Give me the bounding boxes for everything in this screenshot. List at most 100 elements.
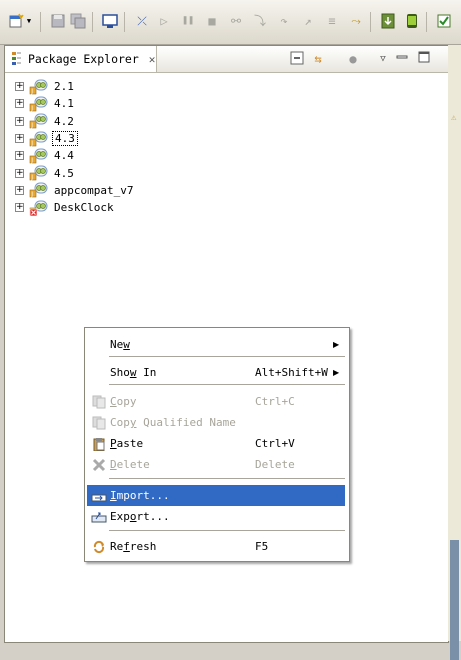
menu-item-import[interactable]: Import... <box>87 485 345 506</box>
menu-item-label: Paste <box>110 437 144 450</box>
tree-item[interactable]: + J appcompat_v7 <box>15 182 135 199</box>
menu-item-export[interactable]: Export... <box>87 506 345 527</box>
toolbar-separator <box>92 12 93 32</box>
android-project-error-icon: J <box>29 200 49 217</box>
menu-item-shortcut: Ctrl+C <box>255 395 295 408</box>
console-icon[interactable] <box>102 13 118 29</box>
step-over-icon[interactable]: ↷ <box>276 13 292 29</box>
expand-icon[interactable]: + <box>15 82 24 92</box>
minimize-icon[interactable] <box>394 51 410 67</box>
expand-icon[interactable]: + <box>15 116 24 126</box>
tree-item[interactable]: + J 4.1 <box>15 95 135 112</box>
menu-item-label: Delete <box>110 458 150 471</box>
svg-text:J: J <box>30 122 33 129</box>
tree-item[interactable]: + J DeskClock <box>15 199 135 217</box>
menu-item-shortcut: Alt+Shift+W <box>255 366 328 379</box>
android-project-icon: J <box>29 113 49 129</box>
android-project-icon: J <box>29 131 49 147</box>
expand-icon[interactable]: + <box>15 134 24 144</box>
warning-marker-icon: ⚠ <box>451 113 457 123</box>
tree-item-label: 4.2 <box>54 114 74 128</box>
menu-item-new[interactable]: New ▶ <box>87 334 345 355</box>
tree-item-label: 4.3 <box>52 131 78 147</box>
submenu-arrow-icon: ▶ <box>333 368 340 377</box>
menu-item-paste[interactable]: Paste Ctrl+V <box>87 433 345 454</box>
menu-item-copy[interactable]: Copy Ctrl+C <box>87 391 345 412</box>
maximize-icon[interactable] <box>416 51 432 67</box>
expand-icon[interactable]: + <box>15 151 24 161</box>
save-all-icon[interactable] <box>70 13 86 29</box>
menu-item-label: Show In <box>110 366 157 379</box>
svg-text:J: J <box>30 157 33 164</box>
menu-separator <box>109 478 345 479</box>
delete-icon <box>91 457 107 473</box>
android-project-icon: J <box>29 79 49 95</box>
menu-item-refresh[interactable]: Refresh F5 <box>87 536 345 557</box>
focus-task-icon[interactable]: ● <box>345 51 361 67</box>
avd-manager-icon[interactable] <box>404 13 420 29</box>
export-icon <box>91 509 107 525</box>
use-step-filters-icon[interactable]: ⤳ <box>348 13 364 29</box>
menu-item-label: Import... <box>110 489 170 502</box>
tree-item[interactable]: + J 4.2 <box>15 113 135 130</box>
menu-item-shortcut: Delete <box>255 458 295 471</box>
menu-item-shortcut: Ctrl+V <box>255 437 295 450</box>
collapse-all-icon[interactable] <box>289 51 305 67</box>
tree-item-label: 4.5 <box>54 166 74 180</box>
step-return-icon[interactable]: ↗ <box>300 13 316 29</box>
menu-item-label: Copy <box>110 395 137 408</box>
android-project-icon: J <box>29 165 49 181</box>
link-with-editor-icon[interactable]: ⇆ <box>310 51 326 67</box>
editor-edge: ⚠ <box>448 45 461 660</box>
expand-icon[interactable]: + <box>15 185 24 195</box>
scrollbar[interactable] <box>450 540 459 660</box>
lint-icon[interactable] <box>436 13 452 29</box>
toolbar-separator <box>124 12 125 32</box>
step-into-icon[interactable]: ⤵ <box>252 13 268 29</box>
tab-package-explorer[interactable]: Package Explorer ✕ <box>5 46 157 72</box>
tree-item-label: DeskClock <box>54 201 114 215</box>
menu-item-show-in[interactable]: Show In Alt+Shift+W ▶ <box>87 362 345 383</box>
save-icon[interactable] <box>50 13 66 29</box>
skip-breakpoints-icon[interactable]: ⤫ <box>134 13 150 29</box>
svg-text:J: J <box>30 174 33 181</box>
tree-item-label: appcompat_v7 <box>54 183 134 197</box>
main-toolbar: ▼ ⤫ ▷ ❚❚ ■ ⚯ ⤵ ↷ ↗ ≡ ⤳ <box>0 0 461 45</box>
copy-icon <box>91 394 107 410</box>
tree-item-label: 2.1 <box>54 80 74 94</box>
menu-item-label: Copy Qualified Name <box>110 416 236 429</box>
view-title: Package Explorer <box>28 52 139 66</box>
context-menu: New ▶ Show In Alt+Shift+W ▶ Copy Ctrl+C Copy Qu… <box>84 327 350 562</box>
expand-icon[interactable]: + <box>15 99 24 109</box>
menu-item-delete[interactable]: Delete Delete <box>87 454 345 475</box>
menu-separator <box>109 356 345 357</box>
view-menu-icon[interactable]: ▽ <box>375 51 391 67</box>
new-wizard-icon[interactable] <box>8 13 24 29</box>
tree-item[interactable]: + J 4.4 <box>15 147 135 164</box>
tree-item[interactable]: + J 4.5 <box>15 164 135 181</box>
paste-icon <box>91 436 107 452</box>
tree-item[interactable]: + J 4.3 <box>15 130 135 147</box>
resume-icon[interactable]: ▷ <box>156 13 172 29</box>
menu-separator <box>109 530 345 531</box>
android-project-icon: J <box>29 182 49 198</box>
refresh-icon <box>91 539 107 555</box>
terminate-icon[interactable]: ■ <box>204 13 220 29</box>
import-icon <box>91 488 107 504</box>
suspend-icon[interactable]: ❚❚ <box>180 13 196 29</box>
tree-item[interactable]: + J 2.1 <box>15 78 135 95</box>
toolbar-separator <box>40 12 41 32</box>
svg-text:J: J <box>30 105 33 112</box>
android-sdk-manager-icon[interactable] <box>380 13 396 29</box>
close-icon[interactable]: ✕ <box>149 53 156 66</box>
dropdown-icon[interactable]: ▼ <box>24 13 34 29</box>
menu-item-copy-qualified-name[interactable]: Copy Qualified Name <box>87 412 345 433</box>
svg-text:J: J <box>30 88 33 95</box>
svg-text:J: J <box>30 140 33 147</box>
disconnect-icon[interactable]: ⚯ <box>228 13 244 29</box>
expand-icon[interactable]: + <box>15 203 24 213</box>
toolbar-separator <box>370 12 371 32</box>
svg-text:J: J <box>30 191 33 198</box>
drop-to-frame-icon[interactable]: ≡ <box>324 13 340 29</box>
expand-icon[interactable]: + <box>15 168 24 178</box>
